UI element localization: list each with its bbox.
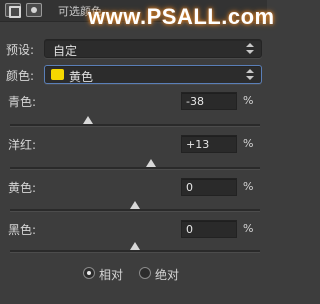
mask-icon[interactable]	[26, 3, 42, 17]
yellow-percent: %	[243, 180, 254, 193]
magenta-slider-thumb[interactable]	[146, 159, 157, 167]
cyan-slider-thumb[interactable]	[82, 116, 93, 124]
magenta-slider-track[interactable]	[10, 167, 260, 170]
cyan-label: 青色:	[8, 95, 37, 109]
method-radio-group: 相对 绝对	[0, 266, 267, 282]
color-label: 颜色:	[6, 69, 35, 83]
preset-dropdown[interactable]: 自定	[44, 39, 262, 58]
color-dropdown[interactable]: 黄色	[44, 65, 262, 84]
panel-header: 可选颜色 www.PSALL.com	[0, 0, 274, 29]
yellow-slider-track[interactable]	[10, 209, 260, 212]
absolute-radio[interactable]	[139, 267, 151, 279]
absolute-label[interactable]: 绝对	[155, 266, 179, 283]
cyan-percent: %	[243, 94, 254, 107]
preset-label: 预设:	[6, 43, 35, 57]
cyan-input[interactable]: -38	[181, 92, 237, 110]
magenta-percent: %	[243, 137, 254, 150]
black-slider-track[interactable]	[10, 250, 260, 253]
preset-value: 自定	[53, 44, 78, 58]
black-percent: %	[243, 222, 254, 235]
cyan-slider-track[interactable]	[10, 124, 260, 127]
magenta-label: 洋红:	[8, 138, 37, 152]
yellow-label: 黄色:	[8, 181, 37, 195]
dropdown-arrows-icon	[246, 42, 254, 55]
black-input[interactable]: 0	[181, 220, 237, 238]
watermark-logo: www.PSALL.com	[88, 4, 275, 29]
yellow-slider-thumb[interactable]	[130, 201, 140, 209]
relative-radio[interactable]	[83, 267, 95, 279]
yellow-input[interactable]: 0	[181, 178, 237, 196]
relative-label[interactable]: 相对	[99, 266, 123, 283]
black-slider-thumb[interactable]	[130, 242, 140, 250]
color-swatch	[51, 69, 64, 80]
black-label: 黑色:	[8, 223, 37, 237]
color-value: 黄色	[69, 70, 94, 84]
magenta-input[interactable]: +13	[181, 135, 237, 153]
dropdown-arrows-icon	[246, 68, 254, 81]
adjustment-layer-icon[interactable]	[5, 3, 21, 18]
